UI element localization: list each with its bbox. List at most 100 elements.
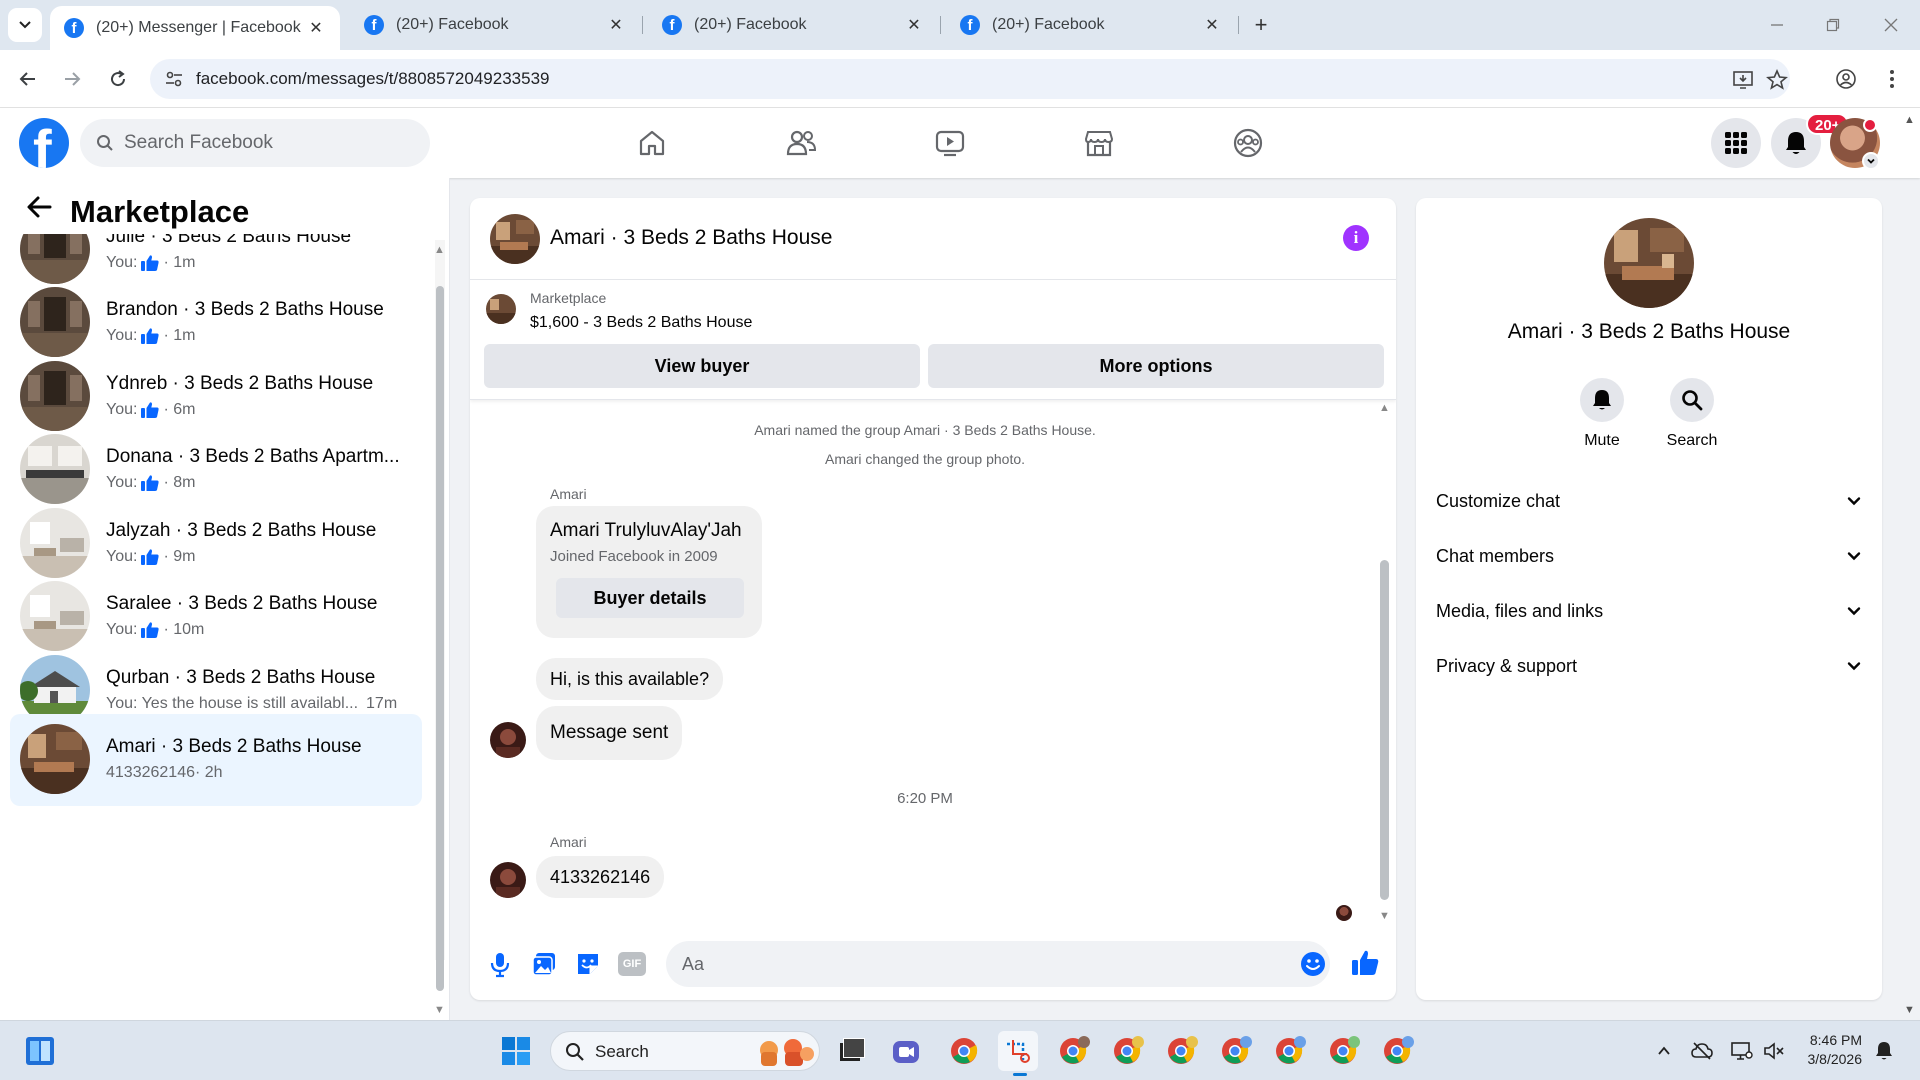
taskbar-search[interactable]: Search	[550, 1031, 820, 1071]
emoji-icon[interactable]	[1300, 951, 1326, 977]
browser-menu-button[interactable]	[1876, 63, 1908, 95]
browser-tab-facebook-3[interactable]: f (20+) Facebook ✕	[946, 6, 1236, 44]
media-files-links-section[interactable]: Media, files and links	[1436, 591, 1862, 631]
chat-members-section[interactable]: Chat members	[1436, 536, 1862, 576]
chrome-profile-2-button[interactable]	[1108, 1031, 1148, 1071]
thumbs-up-icon[interactable]	[1350, 948, 1380, 978]
chrome-profile-7-button[interactable]	[1378, 1031, 1418, 1071]
conversation-avatar-image	[20, 581, 90, 651]
sender-avatar[interactable]	[490, 862, 526, 898]
windows-taskbar: Search 8:46 PM 3/8/2026	[0, 1020, 1920, 1080]
chrome-profile-6-button[interactable]	[1324, 1031, 1364, 1071]
widgets-button[interactable]	[20, 1031, 60, 1071]
forward-button[interactable]	[56, 63, 88, 95]
onedrive-tray-icon[interactable]	[1688, 1037, 1716, 1065]
tab-close-button[interactable]: ✕	[606, 15, 626, 35]
browser-tab-messenger[interactable]: f (20+) Messenger | Facebook ✕	[50, 6, 340, 50]
conversation-preview: You: · 6m	[106, 401, 195, 419]
message-bubble[interactable]: Hi, is this available?	[536, 658, 724, 700]
message-text: 4133262146	[550, 866, 651, 887]
chrome-profile-4-button[interactable]	[1216, 1031, 1256, 1071]
arrow-left-icon[interactable]	[24, 192, 54, 222]
thread-scrollbar-thumb[interactable]	[1380, 560, 1389, 900]
privacy-support-section[interactable]: Privacy & support	[1436, 646, 1862, 686]
new-tab-button[interactable]: +	[1246, 10, 1276, 40]
facebook-logo-icon[interactable]: f	[19, 118, 69, 168]
more-options-button[interactable]: More options	[928, 344, 1384, 388]
tab-close-button[interactable]: ✕	[306, 18, 326, 38]
restore-window-button[interactable]	[1813, 8, 1853, 42]
page-scroll-down-arrow[interactable]: ▼	[1904, 1004, 1915, 1016]
nav-friends[interactable]	[777, 119, 825, 167]
url-text[interactable]: facebook.com/messages/t/8808572049233539	[196, 69, 549, 89]
tab-search-dropdown[interactable]	[8, 8, 42, 42]
bookmark-star-icon[interactable]	[1766, 69, 1788, 91]
back-button[interactable]	[12, 63, 44, 95]
message-input-container[interactable]	[666, 941, 1330, 987]
taskbar-clock[interactable]: 8:46 PM 3/8/2026	[1772, 1031, 1863, 1069]
facebook-search-input[interactable]	[124, 119, 414, 167]
minimize-window-button[interactable]	[1757, 8, 1797, 42]
sender-avatar[interactable]	[490, 722, 526, 758]
nav-groups[interactable]	[1224, 119, 1272, 167]
chrome-taskbar-button[interactable]	[944, 1031, 984, 1071]
sidebar-scroll-up-arrow[interactable]: ▲	[434, 244, 445, 256]
conversation-item[interactable]: Amari · 3 Beds 2 Baths House 4133262146 · …	[10, 714, 422, 806]
sidebar-scrollbar-thumb[interactable]	[436, 286, 444, 991]
photo-gallery-icon[interactable]	[530, 950, 558, 978]
buyer-details-button[interactable]: Buyer details	[556, 578, 744, 618]
mute-button[interactable]	[1580, 378, 1624, 422]
start-button[interactable]	[496, 1031, 536, 1071]
install-app-icon[interactable]	[1732, 69, 1754, 91]
sticker-icon[interactable]	[574, 950, 602, 978]
read-receipt-avatar	[1336, 905, 1352, 921]
view-buyer-button[interactable]: View buyer	[484, 344, 920, 388]
nav-home[interactable]	[628, 119, 676, 167]
chrome-profile-3-button[interactable]	[1162, 1031, 1202, 1071]
page-scroll-up-arrow[interactable]: ▲	[1904, 114, 1915, 126]
chat-avatar[interactable]	[490, 214, 540, 264]
message-input[interactable]	[682, 941, 1242, 987]
menu-button[interactable]	[1711, 118, 1761, 168]
search-in-conversation-button[interactable]	[1670, 378, 1714, 422]
nav-marketplace[interactable]	[1075, 119, 1123, 167]
message-bubble[interactable]: Message sent	[536, 706, 683, 760]
address-bar[interactable]: facebook.com/messages/t/8808572049233539	[150, 59, 1790, 99]
chrome-profile-1-button[interactable]	[1054, 1031, 1094, 1071]
browser-tab-facebook-1[interactable]: f (20+) Facebook ✕	[350, 6, 640, 44]
profile-button[interactable]	[1830, 63, 1862, 95]
message-bubble[interactable]: 4133262146	[536, 856, 665, 898]
meet-app-button[interactable]	[886, 1031, 926, 1071]
microphone-icon[interactable]	[486, 950, 514, 978]
show-hidden-icons-button[interactable]	[1650, 1037, 1678, 1065]
message-thread: Amari named the group Amari · 3 Beds 2 B…	[470, 400, 1396, 926]
facebook-search[interactable]	[80, 119, 430, 167]
conversation-info-button[interactable]: i	[1343, 225, 1369, 251]
tab-close-button[interactable]: ✕	[904, 15, 924, 35]
snipping-tool-button[interactable]	[998, 1031, 1038, 1071]
customize-chat-section[interactable]: Customize chat	[1436, 481, 1862, 521]
mute-action[interactable]: Mute	[1562, 378, 1642, 450]
browser-tab-facebook-2[interactable]: f (20+) Facebook ✕	[648, 6, 938, 44]
task-view-button[interactable]	[832, 1031, 872, 1071]
chat-title[interactable]: Amari · 3 Beds 2 Baths House	[550, 226, 832, 250]
search-action[interactable]: Search	[1652, 378, 1732, 450]
gif-button[interactable]: GIF	[618, 952, 646, 976]
listing-thumbnail[interactable]	[486, 294, 516, 324]
nav-video[interactable]	[926, 119, 974, 167]
listing-title[interactable]: $1,600 - 3 Beds 2 Baths House	[530, 314, 752, 332]
network-tray-icon[interactable]	[1728, 1037, 1756, 1065]
tab-close-button[interactable]: ✕	[1202, 15, 1222, 35]
sidebar-scroll-down-arrow[interactable]: ▼	[434, 1004, 445, 1016]
group-photo[interactable]	[1604, 218, 1694, 308]
facebook-favicon-icon: f	[662, 15, 682, 35]
chrome-profile-5-button[interactable]	[1270, 1031, 1310, 1071]
site-info-icon[interactable]	[164, 69, 184, 89]
notification-center-button[interactable]	[1870, 1037, 1898, 1065]
thread-scroll-down-arrow[interactable]: ▼	[1379, 910, 1390, 922]
reload-button[interactable]	[102, 63, 134, 95]
restore-icon	[1826, 18, 1840, 32]
thread-scroll-up-arrow[interactable]: ▲	[1379, 402, 1390, 414]
close-window-button[interactable]	[1871, 8, 1911, 42]
account-menu-chevron[interactable]	[1862, 152, 1880, 170]
